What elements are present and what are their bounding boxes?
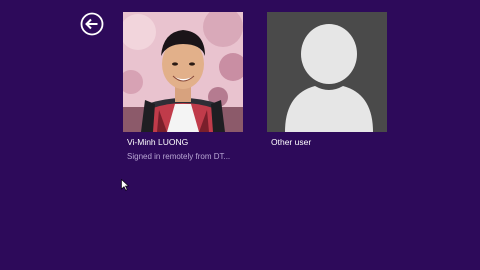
mouse-cursor-icon bbox=[121, 179, 129, 191]
login-screen: Vi-Minh LUONG Signed in remotely from DT… bbox=[0, 0, 480, 270]
user-status: Signed in remotely from DT... bbox=[127, 152, 231, 161]
back-arrow-icon bbox=[80, 12, 104, 36]
user-tile-other-user[interactable]: Other user bbox=[267, 12, 391, 147]
user-silhouette-icon bbox=[267, 12, 387, 132]
user-name: Vi-Minh LUONG bbox=[127, 137, 189, 147]
user-tile-vi-minh-luong[interactable]: Vi-Minh LUONG Signed in remotely from DT… bbox=[123, 12, 247, 161]
user-avatar-photo bbox=[123, 12, 243, 132]
back-button[interactable] bbox=[80, 12, 104, 36]
user-name: Other user bbox=[271, 137, 312, 147]
